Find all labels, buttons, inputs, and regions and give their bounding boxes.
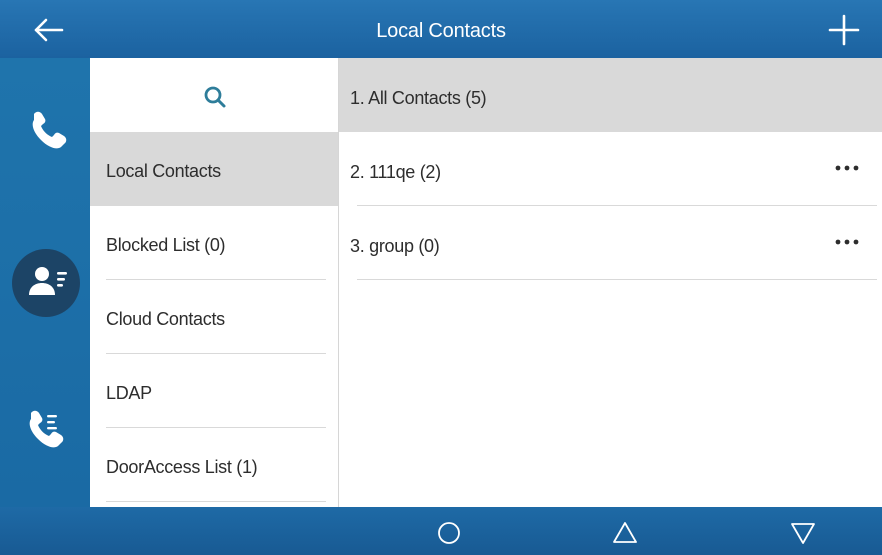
page-title: Local Contacts [376,20,506,42]
call-history-icon [29,410,64,448]
nav-item-label: Local Contacts [106,161,221,181]
plus-icon [828,14,860,46]
triangle-down-icon [791,523,815,544]
page-up-button[interactable] [612,520,638,546]
search-button[interactable] [90,58,338,132]
nav-item-cloud-contacts[interactable]: Cloud Contacts [90,280,338,354]
rail-phone-button[interactable] [0,88,90,168]
nav-item-label: DoorAccess List (1) [106,457,258,477]
home-button[interactable] [436,520,462,546]
group-label: 1. All Contacts (5) [350,88,487,108]
triangle-up-icon [613,522,637,543]
add-contact-button[interactable] [826,12,862,48]
top-bar: Local Contacts [0,0,882,58]
group-row-111qe[interactable]: 2. 111qe (2) [339,132,882,206]
contact-groups-pane: 1. All Contacts (5) 2. 111qe (2) 3. grou… [338,58,882,507]
group-more-button[interactable] [833,158,863,178]
divider [357,279,877,280]
nav-item-label: Cloud Contacts [106,309,225,329]
more-dots-icon [835,239,859,245]
contacts-icon [29,267,67,295]
group-label: 3. group (0) [350,236,440,256]
group-more-button[interactable] [833,232,863,252]
rail-active-indicator [12,249,80,317]
nav-item-dooraccess-list[interactable]: DoorAccess List (1) [90,428,338,502]
nav-item-ldap[interactable]: LDAP [90,354,338,428]
group-row-all-contacts[interactable]: 1. All Contacts (5) [339,58,882,132]
search-icon [204,86,226,108]
nav-item-label: LDAP [106,383,152,403]
rail-call-history-button[interactable] [0,388,90,468]
group-row-group[interactable]: 3. group (0) [339,206,882,280]
nav-item-blocked-list[interactable]: Blocked List (0) [90,206,338,280]
left-rail [0,58,90,507]
system-nav-bar [0,507,882,555]
circle-home-icon [438,522,460,544]
group-label: 2. 111qe (2) [350,162,441,182]
divider [106,501,326,502]
contacts-nav-list: Local Contacts Blocked List (0) Cloud Co… [90,58,338,507]
page-down-button[interactable] [790,520,816,546]
more-dots-icon [835,165,859,171]
phone-icon [32,111,67,149]
rail-contacts-button[interactable] [0,243,90,323]
nav-item-label: Blocked List (0) [106,235,226,255]
nav-item-local-contacts[interactable]: Local Contacts [90,132,338,206]
